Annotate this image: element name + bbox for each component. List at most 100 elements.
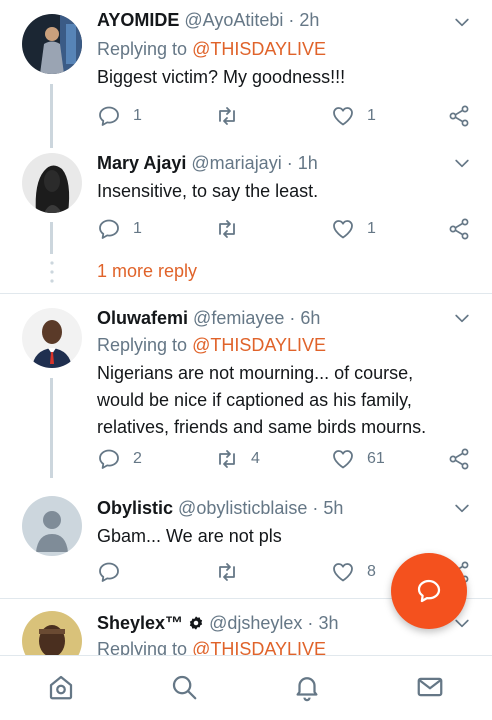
author-name[interactable]: Oluwafemi: [97, 308, 188, 328]
bottom-nav: [0, 655, 492, 720]
share-icon: [447, 104, 471, 128]
tweet-text: Biggest victim? My goodness!!!: [97, 67, 346, 87]
retweet-button[interactable]: [215, 217, 251, 241]
tweet-text: Nigerians are not mourning... of course,…: [97, 360, 462, 441]
avatar-photo: [22, 308, 82, 368]
timestamp: 6h: [300, 308, 321, 328]
reply-icon: [97, 217, 121, 241]
share-button[interactable]: [447, 217, 471, 241]
tweet-header: Mary Ajayi @mariajayi · 1h: [97, 153, 452, 174]
like-button[interactable]: 8: [331, 560, 376, 584]
tweet-text-line: would be nice if captioned as his family…: [97, 390, 412, 410]
like-count: 61: [367, 450, 385, 467]
thread-line: [50, 222, 53, 254]
messages-icon[interactable]: [415, 672, 445, 702]
heart-icon: [331, 217, 355, 241]
chevron-down-icon[interactable]: [452, 12, 472, 32]
chevron-down-icon[interactable]: [452, 308, 472, 328]
chevron-down-icon[interactable]: [452, 498, 472, 518]
thread-dots: [50, 261, 54, 283]
tweet-actions: 2 4 61: [97, 447, 472, 473]
avatar[interactable]: [22, 496, 82, 556]
like-button[interactable]: 61: [331, 447, 385, 471]
tweet-3[interactable]: Oluwafemi @femiayee · 6h Replying to @TH…: [0, 294, 492, 484]
share-button[interactable]: [447, 104, 471, 128]
replying-to-mention[interactable]: @THISDAYLIVE: [192, 39, 326, 59]
author-name[interactable]: Obylistic: [97, 498, 173, 518]
heart-icon: [331, 560, 355, 584]
author-name[interactable]: Sheylex™: [97, 613, 183, 633]
author-handle[interactable]: @obylisticblaise: [178, 498, 307, 518]
like-button[interactable]: 1: [331, 104, 376, 128]
replying-to-prefix: Replying to: [97, 39, 188, 59]
separator-dot: ·: [286, 153, 293, 173]
reply-button[interactable]: [97, 560, 133, 584]
replying-to-mention[interactable]: @THISDAYLIVE: [192, 335, 326, 355]
reply-count: 1: [133, 220, 142, 237]
retweet-button[interactable]: [215, 104, 251, 128]
replying-to-prefix: Replying to: [97, 639, 188, 655]
tweet-2[interactable]: Mary Ajayi @mariajayi · 1h Insensitive, …: [0, 144, 492, 290]
retweet-icon: [215, 104, 239, 128]
avatar[interactable]: [22, 153, 82, 213]
notifications-icon[interactable]: [292, 672, 322, 702]
reply-button[interactable]: 1: [97, 104, 142, 128]
retweet-icon: [215, 447, 239, 471]
replying-to: Replying to @THISDAYLIVE: [97, 39, 326, 60]
reply-button[interactable]: 2: [97, 447, 142, 471]
timestamp: 2h: [299, 10, 320, 30]
separator-dot: ·: [289, 308, 296, 328]
author-handle[interactable]: @mariajayi: [191, 153, 281, 173]
avatar[interactable]: [22, 308, 82, 368]
avatar[interactable]: [22, 14, 82, 74]
author-handle[interactable]: @djsheylex: [209, 613, 302, 633]
author-name[interactable]: Mary Ajayi: [97, 153, 186, 173]
author-handle[interactable]: @femiayee: [193, 308, 284, 328]
separator-dot: ·: [288, 10, 295, 30]
reply-count: 2: [133, 450, 142, 467]
home-icon[interactable]: [46, 672, 76, 702]
tweet-1[interactable]: AYOMIDE @AyoAtitebi · 2h Replying to @TH…: [0, 0, 492, 150]
tweet-text-line: Nigerians are not mourning... of course,: [97, 363, 414, 383]
replying-to: Replying to @THISDAYLIVE: [97, 335, 326, 356]
avatar-photo: [22, 611, 82, 655]
reply-count: 1: [133, 107, 142, 124]
replying-to-prefix: Replying to: [97, 335, 188, 355]
like-count: 8: [367, 563, 376, 580]
timestamp: 1h: [297, 153, 318, 173]
more-replies-link[interactable]: 1 more reply: [97, 261, 197, 282]
author-handle[interactable]: @AyoAtitebi: [184, 10, 283, 30]
thread-line: [50, 84, 53, 144]
thread-line: [50, 378, 53, 478]
separator-dot: ·: [312, 498, 319, 518]
like-button[interactable]: 1: [331, 217, 376, 241]
tweet-header: AYOMIDE @AyoAtitebi · 2h: [97, 10, 452, 31]
avatar[interactable]: [22, 611, 82, 655]
share-icon: [447, 217, 471, 241]
separator-dot: ·: [307, 613, 314, 633]
reply-icon: [97, 104, 121, 128]
retweet-button[interactable]: 4: [215, 447, 260, 471]
share-icon: [447, 447, 471, 471]
tweet-header: Oluwafemi @femiayee · 6h: [97, 308, 452, 329]
default-avatar-icon: [22, 496, 82, 556]
reply-button[interactable]: 1: [97, 217, 142, 241]
thread-line: [50, 144, 53, 148]
heart-icon: [331, 447, 355, 471]
reply-icon: [97, 447, 121, 471]
share-button[interactable]: [447, 447, 471, 471]
heart-icon: [331, 104, 355, 128]
avatar-photo: [22, 153, 82, 213]
replying-to: Replying to @THISDAYLIVE: [97, 639, 326, 655]
replying-to-mention[interactable]: @THISDAYLIVE: [192, 639, 326, 655]
like-count: 1: [367, 107, 376, 124]
timestamp: 5h: [323, 498, 344, 518]
search-icon[interactable]: [169, 672, 199, 702]
compose-reply-button[interactable]: [391, 553, 467, 629]
avatar-photo: [22, 14, 82, 74]
tweet-text: Insensitive, to say the least.: [97, 181, 319, 201]
retweet-button[interactable]: [215, 560, 251, 584]
chevron-down-icon[interactable]: [452, 153, 472, 173]
author-name[interactable]: AYOMIDE: [97, 10, 179, 30]
retweet-count: 4: [251, 450, 260, 467]
